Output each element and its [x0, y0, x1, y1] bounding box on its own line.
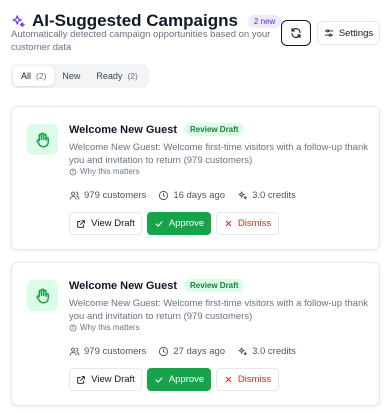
x-icon [224, 375, 238, 384]
credits-cost: 3.0 credits [252, 346, 296, 357]
campaign-description: Welcome New Guest: Welcome first-time vi… [69, 142, 368, 166]
x-icon [224, 219, 238, 228]
check-icon [154, 375, 169, 385]
why-this-matters-link[interactable]: Why this matters [69, 167, 140, 176]
campaign-stats: 979 customers 16 days ago 3.0 credits [69, 190, 308, 201]
campaign-stats: 979 customers 27 days ago 3.0 credits [69, 346, 308, 357]
approve-button[interactable]: Approve [147, 368, 211, 391]
external-link-icon [76, 219, 91, 229]
card-title-row: Welcome New Guest Review Draft [69, 123, 245, 136]
new-count-badge: 2 new [247, 14, 282, 28]
status-badge: Review Draft [184, 279, 245, 292]
created-age: 16 days ago [173, 190, 226, 201]
credits-stat: 3.0 credits [237, 190, 296, 201]
credits-cost: 3.0 credits [252, 190, 296, 201]
tab-new[interactable]: New [54, 66, 88, 86]
dismiss-button[interactable]: Dismiss [216, 368, 279, 391]
customers-count: 979 customers [84, 190, 147, 201]
created-age: 27 days ago [173, 346, 226, 357]
clock-icon [158, 346, 173, 357]
campaign-card: Welcome New Guest Review Draft Welcome N… [11, 262, 380, 406]
age-stat: 27 days ago [158, 346, 225, 357]
view-draft-button[interactable]: View Draft [69, 212, 142, 235]
settings-label: Settings [338, 27, 374, 39]
tab-label: New [62, 71, 81, 81]
customers-stat: 979 customers [69, 346, 146, 357]
check-icon [154, 219, 169, 229]
card-title-row: Welcome New Guest Review Draft [69, 279, 245, 292]
waving-hand-icon [27, 280, 58, 311]
sparkle-icon [237, 190, 252, 201]
status-badge: Review Draft [184, 123, 245, 136]
waving-hand-icon [27, 124, 58, 155]
users-icon [69, 190, 84, 201]
clock-icon [158, 190, 173, 201]
card-actions: View Draft Approve Dismiss [69, 368, 284, 391]
why-this-matters-link[interactable]: Why this matters [69, 323, 140, 332]
tab-ready[interactable]: Ready (2) [88, 66, 145, 86]
card-actions: View Draft Approve Dismiss [69, 212, 284, 235]
sparkles-icon [11, 14, 26, 29]
refresh-button[interactable] [281, 20, 311, 46]
tab-count: (2) [36, 71, 47, 81]
info-icon [69, 324, 80, 332]
approve-label: Approve [168, 218, 205, 229]
customers-stat: 979 customers [69, 190, 146, 201]
sliders-icon [324, 28, 339, 38]
dismiss-label: Dismiss [237, 374, 272, 385]
credits-stat: 3.0 credits [237, 346, 296, 357]
why-label: Why this matters [80, 323, 140, 332]
age-stat: 16 days ago [158, 190, 225, 201]
dismiss-button[interactable]: Dismiss [216, 212, 279, 235]
view-draft-button[interactable]: View Draft [69, 368, 142, 391]
info-icon [69, 168, 80, 176]
campaign-description: Welcome New Guest: Welcome first-time vi… [69, 298, 368, 322]
approve-label: Approve [168, 374, 205, 385]
refresh-icon [290, 27, 302, 39]
page-subtitle: Automatically detected campaign opportun… [11, 29, 271, 53]
approve-button[interactable]: Approve [147, 212, 211, 235]
why-label: Why this matters [80, 167, 140, 176]
tab-label: All [21, 71, 32, 81]
settings-button[interactable]: Settings [317, 21, 380, 45]
campaign-card: Welcome New Guest Review Draft Welcome N… [11, 106, 380, 250]
page-header: AI-Suggested Campaigns 2 new Automatical… [0, 0, 390, 60]
tab-all[interactable]: All (2) [13, 66, 55, 86]
sparkle-icon [237, 346, 252, 357]
view-draft-label: View Draft [91, 218, 135, 229]
dismiss-label: Dismiss [237, 218, 272, 229]
tab-count: (2) [127, 71, 138, 81]
campaign-title: Welcome New Guest [69, 123, 177, 136]
view-draft-label: View Draft [91, 374, 135, 385]
customers-count: 979 customers [84, 346, 147, 357]
filter-tabs: All (2) New Ready (2) [11, 64, 149, 88]
users-icon [69, 346, 84, 357]
tab-label: Ready [96, 71, 123, 81]
external-link-icon [76, 375, 91, 385]
campaign-title: Welcome New Guest [69, 279, 177, 292]
